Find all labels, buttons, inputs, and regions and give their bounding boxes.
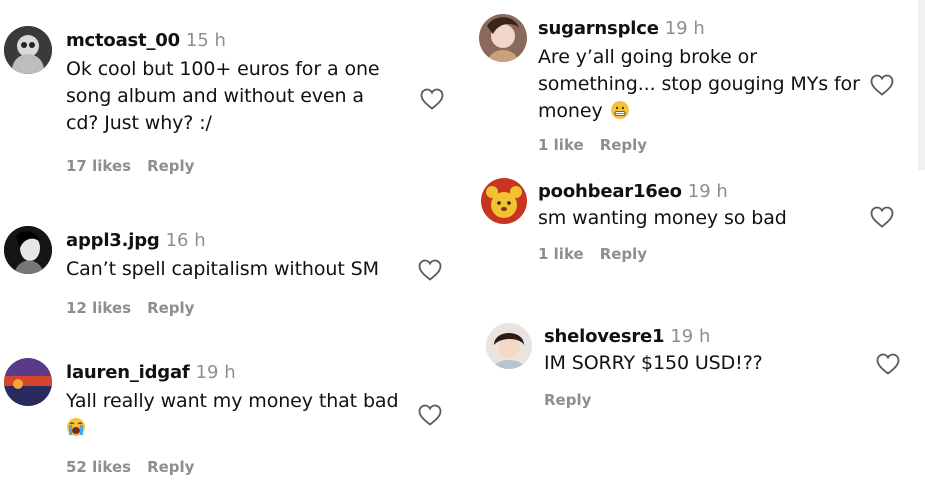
- avatar[interactable]: [479, 14, 527, 62]
- avatar-image: [4, 226, 52, 274]
- comment-text: sm wanting money so bad: [538, 205, 868, 232]
- likes-count[interactable]: 1 like: [538, 136, 584, 154]
- comment-meta: 1 like Reply: [538, 136, 663, 154]
- avatar[interactable]: [4, 226, 52, 274]
- comment-meta: 52 likes Reply: [66, 458, 210, 476]
- username[interactable]: appl3.jpg: [66, 230, 160, 251]
- comment-body: appl3.jpg 16 h Can’t spell capitalism wit…: [66, 229, 416, 283]
- heart-outline-icon[interactable]: [876, 353, 900, 375]
- comment-meta: 17 likes Reply: [66, 157, 210, 175]
- username[interactable]: mctoast_00: [66, 30, 180, 51]
- comment-text-line: Yall really want my money that bad: [66, 390, 399, 412]
- reply-button[interactable]: Reply: [147, 157, 194, 175]
- scrollbar-edge[interactable]: [918, 0, 925, 170]
- timestamp[interactable]: 15 h: [186, 30, 226, 51]
- comment-header: sugarnsplce 19 h: [538, 17, 868, 41]
- comment-text: Can’t spell capitalism without SM: [66, 256, 416, 283]
- comment-header: shelovesre1 19 h: [544, 325, 864, 349]
- heart-outline-icon[interactable]: [870, 206, 894, 228]
- comment-meta: 12 likes Reply: [66, 299, 210, 317]
- avatar-image: [479, 14, 527, 62]
- comment-body: lauren_idgaf 19 h Yall really want my mon…: [66, 361, 416, 442]
- comment-text: Yall really want my money that bad: [66, 388, 416, 442]
- reply-button[interactable]: Reply: [544, 391, 591, 409]
- timestamp[interactable]: 19 h: [688, 181, 728, 202]
- avatar[interactable]: [486, 323, 532, 369]
- username[interactable]: poohbear16eo: [538, 181, 682, 202]
- loudly-crying-face-icon: [67, 418, 85, 436]
- comment-header: lauren_idgaf 19 h: [66, 361, 416, 385]
- avatar-image: [4, 358, 52, 406]
- timestamp[interactable]: 19 h: [665, 18, 705, 39]
- comment-text-line: Are y’all going broke or: [538, 46, 757, 68]
- timestamp[interactable]: 19 h: [196, 362, 236, 383]
- likes-count[interactable]: 1 like: [538, 245, 584, 263]
- avatar-image: [486, 323, 532, 369]
- comment-text-line: Can’t spell capitalism without SM: [66, 258, 379, 280]
- comment-header: poohbear16eo 19 h: [538, 180, 868, 204]
- comment-text-line: song album and without even a: [66, 85, 364, 107]
- grimacing-face-icon: [610, 101, 629, 119]
- comment-text-line: something... stop gouging MYs for: [538, 73, 860, 95]
- comment-header: appl3.jpg 16 h: [66, 229, 416, 253]
- comment-body: mctoast_00 15 h Ok cool but 100+ euros fo…: [66, 29, 416, 137]
- comment-text-line: cd? Just why? :/: [66, 112, 212, 134]
- comment-meta: Reply: [544, 391, 607, 409]
- comment-text-line: [66, 415, 416, 442]
- heart-outline-icon[interactable]: [870, 74, 894, 96]
- username[interactable]: shelovesre1: [544, 326, 665, 347]
- comment-text: Ok cool but 100+ euros for a one song al…: [66, 56, 416, 137]
- reply-button[interactable]: Reply: [600, 245, 647, 263]
- comment-body: shelovesre1 19 h IM SORRY $150 USD!??: [544, 325, 864, 377]
- reply-button[interactable]: Reply: [147, 458, 194, 476]
- avatar[interactable]: [4, 26, 52, 74]
- likes-count[interactable]: 17 likes: [66, 157, 131, 175]
- likes-count[interactable]: 52 likes: [66, 458, 131, 476]
- timestamp[interactable]: 16 h: [166, 230, 206, 251]
- timestamp[interactable]: 19 h: [670, 326, 710, 347]
- username[interactable]: sugarnsplce: [538, 18, 659, 39]
- avatar-image: [4, 26, 52, 74]
- comment-header: mctoast_00 15 h: [66, 29, 416, 53]
- comment-body: sugarnsplce 19 h Are y’all going broke or…: [538, 17, 868, 125]
- comment-text-line: money: [538, 98, 868, 125]
- comment-text-line: IM SORRY $150 USD!??: [544, 352, 763, 374]
- heart-outline-icon[interactable]: [420, 88, 444, 110]
- avatar-image: [481, 178, 527, 224]
- comment-meta: 1 like Reply: [538, 245, 663, 263]
- likes-count[interactable]: 12 likes: [66, 299, 131, 317]
- heart-outline-icon[interactable]: [418, 404, 442, 426]
- reply-button[interactable]: Reply: [147, 299, 194, 317]
- reply-button[interactable]: Reply: [600, 136, 647, 154]
- username[interactable]: lauren_idgaf: [66, 362, 190, 383]
- comment-text-fragment: money: [538, 100, 603, 122]
- comment-text: Are y’all going broke or something... st…: [538, 44, 868, 125]
- comment-text: IM SORRY $150 USD!??: [544, 350, 864, 377]
- avatar[interactable]: [481, 178, 527, 224]
- heart-outline-icon[interactable]: [418, 259, 442, 281]
- comment-text-line: Ok cool but 100+ euros for a one: [66, 58, 380, 80]
- comment-body: poohbear16eo 19 h sm wanting money so bad: [538, 180, 868, 232]
- avatar[interactable]: [4, 358, 52, 406]
- comment-text-line: sm wanting money so bad: [538, 207, 787, 229]
